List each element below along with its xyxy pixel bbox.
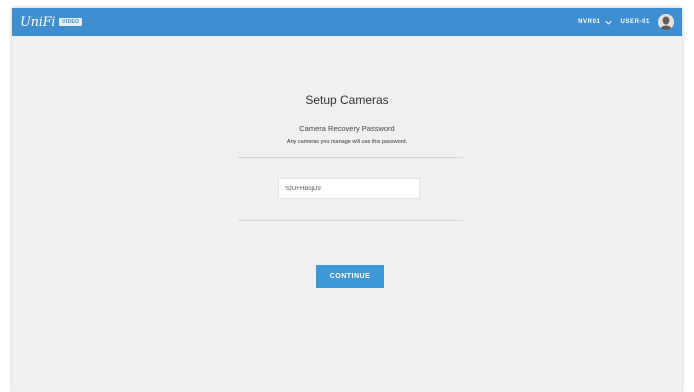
chevron-down-icon <box>605 20 613 25</box>
divider-top <box>238 157 463 158</box>
unifi-logo: UniFi <box>20 14 56 30</box>
user-avatar-icon <box>658 14 674 30</box>
divider-bottom <box>238 220 463 221</box>
section-subtitle: Camera Recovery Password <box>299 124 395 133</box>
nvr-selector[interactable]: NVR01 <box>578 19 613 26</box>
password-hint: Any cameras you manage will use this pas… <box>286 139 408 145</box>
continue-button[interactable]: CONTINUE <box>316 265 384 288</box>
user-menu[interactable]: USER-01 <box>620 19 650 25</box>
top-bar: UniFi VIDEO NVR01 USER-01 <box>12 8 682 36</box>
setup-content: Setup Cameras Camera Recovery Password A… <box>12 36 682 392</box>
brand[interactable]: UniFi VIDEO <box>20 14 83 30</box>
recovery-password-input[interactable] <box>278 178 420 199</box>
avatar[interactable] <box>658 14 674 30</box>
top-nav: NVR01 USER-01 <box>578 14 674 30</box>
video-badge: VIDEO <box>59 18 83 26</box>
nvr-label: NVR01 <box>578 19 601 25</box>
app-window: UniFi VIDEO NVR01 USER-01 Setup Cameras … <box>12 8 682 392</box>
page-title: Setup Cameras <box>305 93 389 107</box>
